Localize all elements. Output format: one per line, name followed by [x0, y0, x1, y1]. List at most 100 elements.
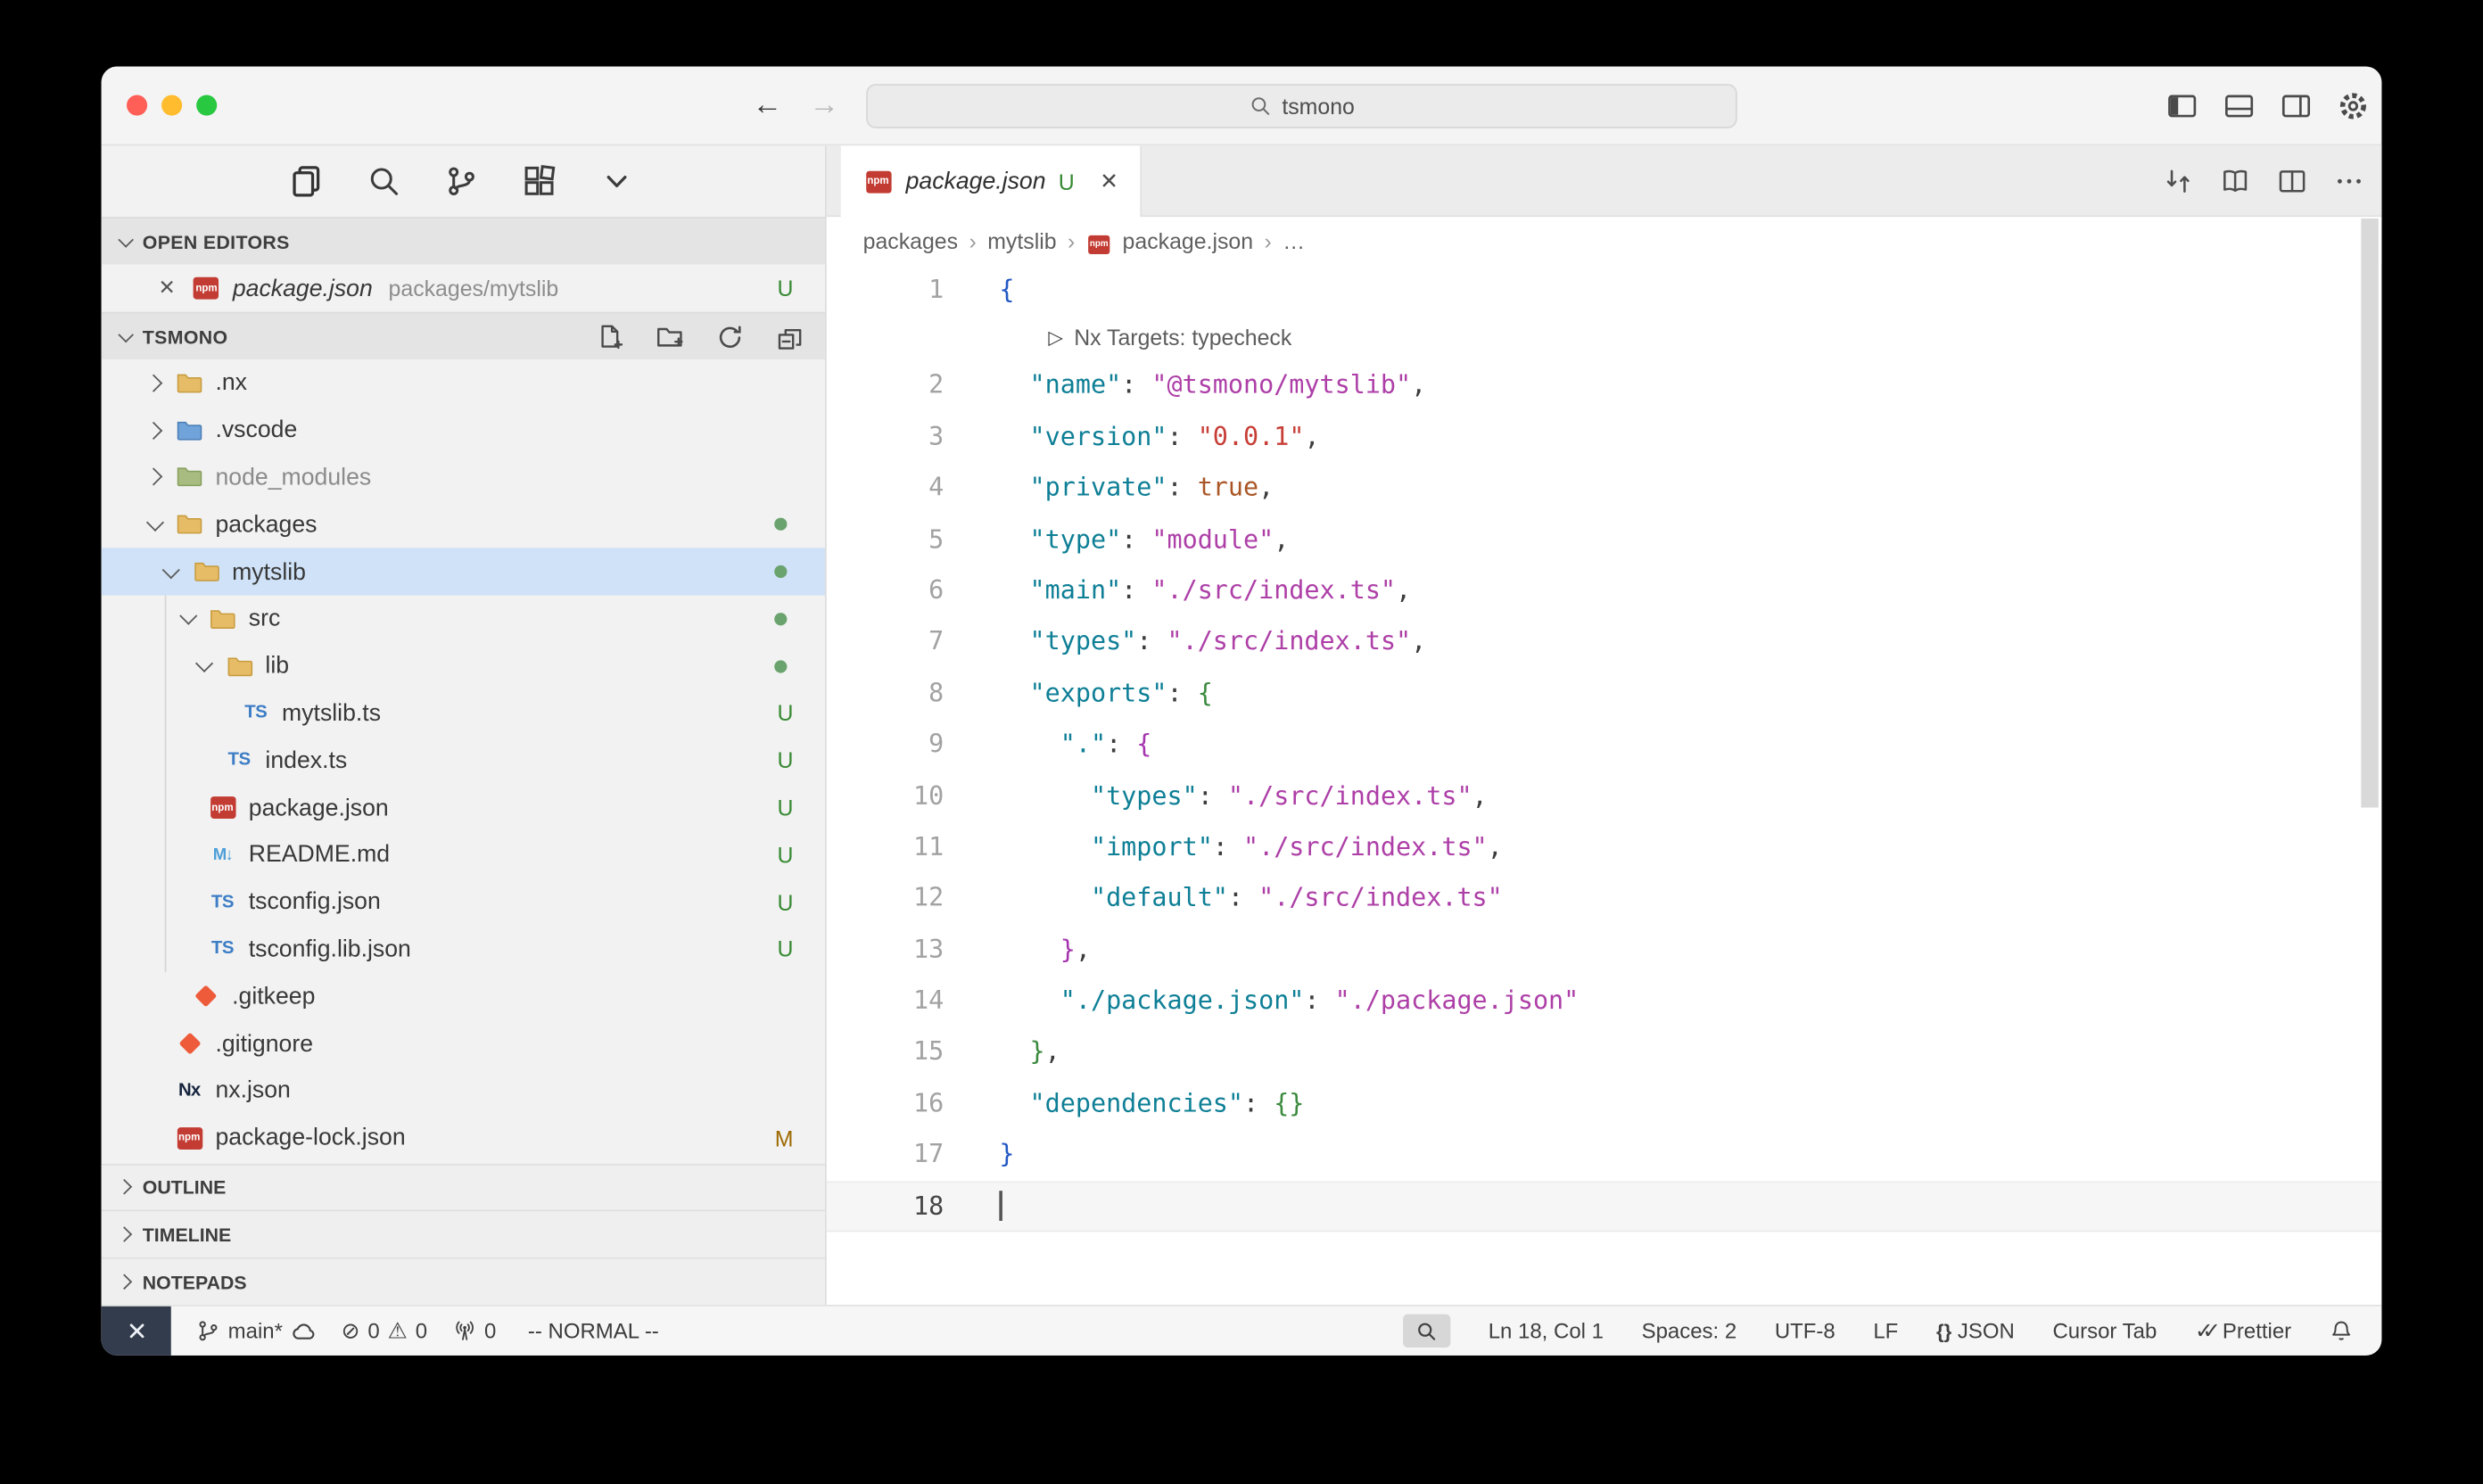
ports-status[interactable]: 0: [453, 1319, 497, 1343]
line-number[interactable]: 4: [827, 463, 944, 515]
line-number[interactable]: 6: [827, 565, 944, 617]
tree-item-index-ts[interactable]: TSindex.tsU: [102, 737, 825, 784]
split-editor-icon[interactable]: [2275, 165, 2307, 197]
tree-item-tsconfig-lib-json[interactable]: TStsconfig.lib.jsonU: [102, 926, 825, 973]
close-icon[interactable]: ✕: [159, 276, 176, 301]
chevron-down-icon[interactable]: [176, 606, 201, 631]
line-number[interactable]: 17: [827, 1129, 944, 1181]
chevron-right-icon[interactable]: [143, 465, 168, 490]
line-number[interactable]: 14: [827, 976, 944, 1027]
explorer-header[interactable]: TSMONO: [102, 312, 825, 359]
code-line-11[interactable]: 11 "import": "./src/index.ts",: [827, 821, 2382, 873]
minimize-window-button[interactable]: [161, 95, 182, 116]
search-icon[interactable]: [366, 164, 400, 199]
breadcrumb-item[interactable]: packages: [863, 228, 958, 253]
line-number[interactable]: 10: [827, 771, 944, 822]
code-line-8[interactable]: 8 "exports": {: [827, 668, 2382, 720]
vim-mode[interactable]: -- NORMAL --: [528, 1319, 659, 1343]
code-line-18[interactable]: 18: [827, 1181, 2382, 1233]
line-number[interactable]: 12: [827, 873, 944, 925]
encoding[interactable]: UTF-8: [1775, 1319, 1835, 1343]
scrollbar-thumb[interactable]: [2361, 218, 2379, 807]
run-icon[interactable]: ▷: [1048, 326, 1062, 349]
code-line-6[interactable]: 6 "main": "./src/index.ts",: [827, 565, 2382, 617]
formatter-status[interactable]: ✓✓Prettier: [2195, 1317, 2291, 1344]
code-line-13[interactable]: 13 },: [827, 924, 2382, 976]
remote-indicator[interactable]: [102, 1306, 171, 1356]
collapse-all-icon[interactable]: [774, 321, 806, 353]
tree-item--gitignore[interactable]: .gitignore: [102, 1020, 825, 1068]
tree-item-node-modules[interactable]: node_modules: [102, 454, 825, 501]
chevron-down-icon[interactable]: [193, 654, 218, 679]
close-window-button[interactable]: [127, 95, 147, 116]
code-line-15[interactable]: 15 },: [827, 1026, 2382, 1078]
code-line-7[interactable]: 7 "types": "./src/index.ts",: [827, 616, 2382, 668]
breadcrumb-item[interactable]: …: [1283, 228, 1305, 253]
tree-item-lib[interactable]: lib: [102, 642, 825, 689]
tree-item-nx-json[interactable]: Nxnx.json: [102, 1068, 825, 1115]
eol[interactable]: LF: [1873, 1319, 1898, 1343]
tree-item--vscode[interactable]: .vscode: [102, 407, 825, 454]
code-line-16[interactable]: 16 "dependencies": {}: [827, 1078, 2382, 1130]
tree-item--gitkeep[interactable]: .gitkeep: [102, 973, 825, 1020]
line-number[interactable]: 7: [827, 616, 944, 668]
tab-package-json[interactable]: npm package.json U ✕: [841, 145, 1143, 217]
tree-item-package-lock-json[interactable]: npmpackage-lock.jsonM: [102, 1115, 825, 1162]
new-folder-icon[interactable]: [654, 321, 686, 353]
forward-icon[interactable]: →: [809, 88, 839, 123]
new-file-icon[interactable]: [594, 321, 626, 353]
refresh-icon[interactable]: [714, 321, 747, 353]
panel-notepads[interactable]: NOTEPADS: [102, 1257, 825, 1305]
toggle-panel-icon[interactable]: [2223, 90, 2256, 122]
code-line-17[interactable]: 17}: [827, 1129, 2382, 1181]
toggle-secondary-sidebar-icon[interactable]: [2281, 90, 2313, 122]
panel-outline[interactable]: OUTLINE: [102, 1163, 825, 1210]
tree-item-packages[interactable]: packages: [102, 501, 825, 548]
chevron-right-icon[interactable]: [143, 417, 168, 442]
explorer-icon[interactable]: [288, 164, 323, 199]
panel-timeline[interactable]: TIMELINE: [102, 1210, 825, 1257]
line-number[interactable]: 16: [827, 1078, 944, 1130]
code-editor[interactable]: 1{▷Nx Targets: typecheck2 "name": "@tsmo…: [827, 265, 2382, 1306]
tree-item-readme-md[interactable]: M↓README.mdU: [102, 831, 825, 878]
chevron-right-icon[interactable]: [143, 370, 168, 395]
open-preview-icon[interactable]: [2218, 165, 2250, 197]
chevron-down-icon[interactable]: [143, 512, 168, 537]
tree-item-src[interactable]: src: [102, 596, 825, 643]
code-line-2[interactable]: 2 "name": "@tsmono/mytslib",: [827, 360, 2382, 412]
line-number[interactable]: 3: [827, 411, 944, 463]
code-line-5[interactable]: 5 "type": "module",: [827, 514, 2382, 565]
code-line-10[interactable]: 10 "types": "./src/index.ts",: [827, 771, 2382, 822]
zoom-window-button[interactable]: [196, 95, 217, 116]
cursor-tab[interactable]: Cursor Tab: [2052, 1319, 2157, 1343]
code-line-12[interactable]: 12 "default": "./src/index.ts": [827, 873, 2382, 925]
language-mode[interactable]: {} JSON: [1936, 1319, 2015, 1343]
bell-icon[interactable]: [2330, 1319, 2354, 1343]
settings-gear-icon[interactable]: [2338, 90, 2370, 122]
back-icon[interactable]: ←: [752, 88, 782, 123]
breadcrumb-item[interactable]: package.json: [1123, 228, 1254, 253]
tree-item-tsconfig-json[interactable]: TStsconfig.jsonU: [102, 878, 825, 926]
tree-item--nx[interactable]: .nx: [102, 359, 825, 407]
tree-item-package-json[interactable]: npmpackage.jsonU: [102, 784, 825, 831]
open-editor-item[interactable]: ✕ npm package.json packages/mytslib U: [102, 265, 825, 312]
compare-changes-icon[interactable]: [2162, 165, 2194, 197]
code-line-14[interactable]: 14 "./package.json": "./package.json": [827, 976, 2382, 1027]
line-number[interactable]: 9: [827, 719, 944, 771]
codelens-nx-targets[interactable]: ▷Nx Targets: typecheck: [827, 316, 2382, 360]
indentation[interactable]: Spaces: 2: [1642, 1319, 1737, 1343]
line-number[interactable]: 5: [827, 514, 944, 565]
line-number[interactable]: 15: [827, 1026, 944, 1078]
line-number[interactable]: 1: [827, 265, 944, 317]
extensions-icon[interactable]: [521, 164, 556, 199]
line-number[interactable]: 8: [827, 668, 944, 720]
cursor-position[interactable]: Ln 18, Col 1: [1489, 1319, 1604, 1343]
source-control-icon[interactable]: [443, 164, 478, 199]
more-actions-icon[interactable]: [2332, 165, 2364, 197]
code-line-4[interactable]: 4 "private": true,: [827, 463, 2382, 515]
problems-status[interactable]: ⊘ 0 ⚠ 0: [342, 1317, 427, 1344]
toggle-primary-sidebar-icon[interactable]: [2166, 90, 2198, 122]
code-line-9[interactable]: 9 ".": {: [827, 719, 2382, 771]
line-number[interactable]: 2: [827, 360, 944, 412]
line-number[interactable]: 11: [827, 821, 944, 873]
